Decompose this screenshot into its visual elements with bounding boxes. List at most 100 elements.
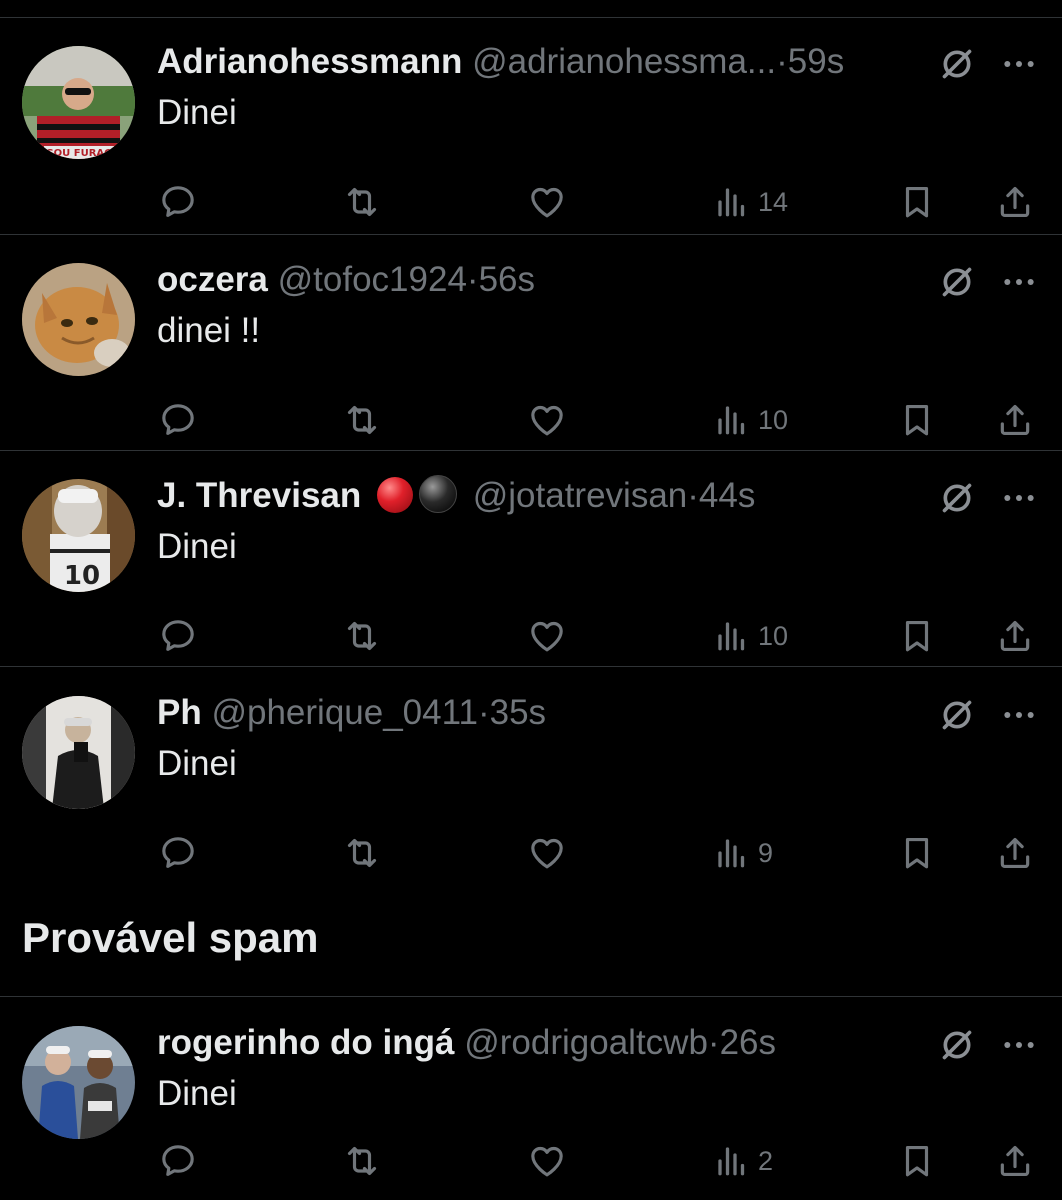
heart-icon [527, 1141, 567, 1181]
share-button[interactable] [996, 833, 1034, 873]
retweet-button[interactable] [341, 182, 383, 222]
more-icon[interactable] [999, 44, 1039, 84]
reply-icon [158, 182, 198, 222]
heart-icon [527, 833, 567, 873]
bookmark-button[interactable] [898, 182, 936, 222]
display-name[interactable]: Adrianohessmann [157, 42, 462, 81]
separator: · [707, 1023, 720, 1062]
timestamp[interactable]: 56s [479, 260, 535, 299]
like-button[interactable] [527, 616, 567, 656]
display-name[interactable]: J. Threvisan [157, 476, 361, 515]
reply-button[interactable] [158, 400, 198, 440]
tweet-divider [0, 666, 1062, 667]
reply-button[interactable] [158, 182, 198, 222]
tweet[interactable]: rogerinho do ingá @rodrigoaltcwb·26s Din… [0, 1021, 1062, 1200]
retweet-button[interactable] [341, 1141, 383, 1181]
display-name[interactable]: Ph [157, 693, 202, 732]
retweet-icon [341, 616, 383, 656]
bookmark-button[interactable] [898, 400, 936, 440]
avatar[interactable]: SOU FURAC [22, 46, 135, 159]
avatar[interactable] [22, 1026, 135, 1139]
display-name[interactable]: rogerinho do ingá [157, 1023, 454, 1062]
tweet-text: Dinei [157, 527, 237, 566]
handle[interactable]: @jotatrevisan [473, 476, 688, 515]
reply-icon [158, 400, 198, 440]
share-button[interactable] [996, 182, 1034, 222]
more-icon[interactable] [999, 262, 1039, 302]
tweet[interactable]: oczera @tofoc1924·56s dinei !! 10 [0, 258, 1062, 450]
timestamp[interactable]: 44s [699, 476, 755, 515]
more-icon[interactable] [999, 695, 1039, 735]
spam-section-title: Provável spam [22, 914, 319, 961]
tweet-header: Adrianohessmann @adrianohessma...·59s [157, 40, 917, 84]
retweet-button[interactable] [341, 833, 383, 873]
like-button[interactable] [527, 400, 567, 440]
share-icon [996, 1141, 1034, 1181]
reply-button[interactable] [158, 1141, 198, 1181]
bookmark-button[interactable] [898, 833, 936, 873]
views-icon [714, 833, 750, 873]
handle[interactable]: @adrianohessma... [472, 42, 776, 81]
bookmark-button[interactable] [898, 616, 936, 656]
jersey-number: 10 [64, 561, 100, 591]
retweet-icon [341, 1141, 383, 1181]
mute-icon[interactable] [937, 1025, 977, 1065]
tweet[interactable]: SOU FURAC Adrianohessmann @adrianohessma… [0, 40, 1062, 235]
share-button[interactable] [996, 400, 1034, 440]
tweet-divider [0, 234, 1062, 235]
separator: · [477, 693, 490, 732]
timestamp[interactable]: 59s [788, 42, 844, 81]
avatar[interactable] [22, 696, 135, 809]
timestamp[interactable]: 35s [490, 693, 546, 732]
tweet[interactable]: 10 J. Threvisan @jotatrevisan·44s Dinei … [0, 474, 1062, 666]
heart-icon [527, 616, 567, 656]
reply-button[interactable] [158, 833, 198, 873]
retweet-button[interactable] [341, 400, 383, 440]
tweet-text: Dinei [157, 1074, 237, 1113]
mute-icon[interactable] [937, 478, 977, 518]
like-button[interactable] [527, 182, 567, 222]
section-divider [0, 996, 1062, 997]
tweet-text: dinei !! [157, 311, 261, 350]
bookmark-icon [898, 1141, 936, 1181]
views-button[interactable]: 10 [714, 616, 788, 656]
more-icon[interactable] [999, 1025, 1039, 1065]
avatar[interactable]: 10 [22, 479, 135, 592]
bookmark-icon [898, 616, 936, 656]
bookmark-button[interactable] [898, 1141, 936, 1181]
tweet[interactable]: Ph @pherique_0411·35s Dinei 9 [0, 691, 1062, 883]
retweet-button[interactable] [341, 616, 383, 656]
more-icon[interactable] [999, 478, 1039, 518]
like-button[interactable] [527, 833, 567, 873]
tweet-divider [0, 450, 1062, 451]
heart-icon [527, 182, 567, 222]
views-button[interactable]: 10 [714, 400, 788, 440]
avatar[interactable] [22, 263, 135, 376]
views-button[interactable]: 2 [714, 1141, 773, 1181]
handle[interactable]: @tofoc1924 [278, 260, 467, 299]
mute-icon[interactable] [937, 44, 977, 84]
views-icon [714, 1141, 750, 1181]
views-count: 14 [758, 187, 789, 217]
black-circle-emoji [419, 475, 457, 513]
handle[interactable]: @rodrigoaltcwb [464, 1023, 708, 1062]
display-name[interactable]: oczera [157, 260, 268, 299]
share-icon [996, 833, 1034, 873]
share-button[interactable] [996, 616, 1034, 656]
retweet-icon [341, 182, 383, 222]
share-button[interactable] [996, 1141, 1034, 1181]
reply-icon [158, 616, 198, 656]
share-icon [996, 616, 1034, 656]
like-button[interactable] [527, 1141, 567, 1181]
timestamp[interactable]: 26s [720, 1023, 776, 1062]
reply-button[interactable] [158, 616, 198, 656]
heart-icon [527, 400, 567, 440]
separator: · [466, 260, 479, 299]
mute-icon[interactable] [937, 262, 977, 302]
views-button[interactable]: 9 [714, 833, 773, 873]
views-button[interactable]: 14 [714, 182, 788, 222]
mute-icon[interactable] [937, 695, 977, 735]
handle[interactable]: @pherique_0411 [211, 693, 477, 732]
retweet-icon [341, 400, 383, 440]
views-count: 9 [758, 838, 774, 868]
